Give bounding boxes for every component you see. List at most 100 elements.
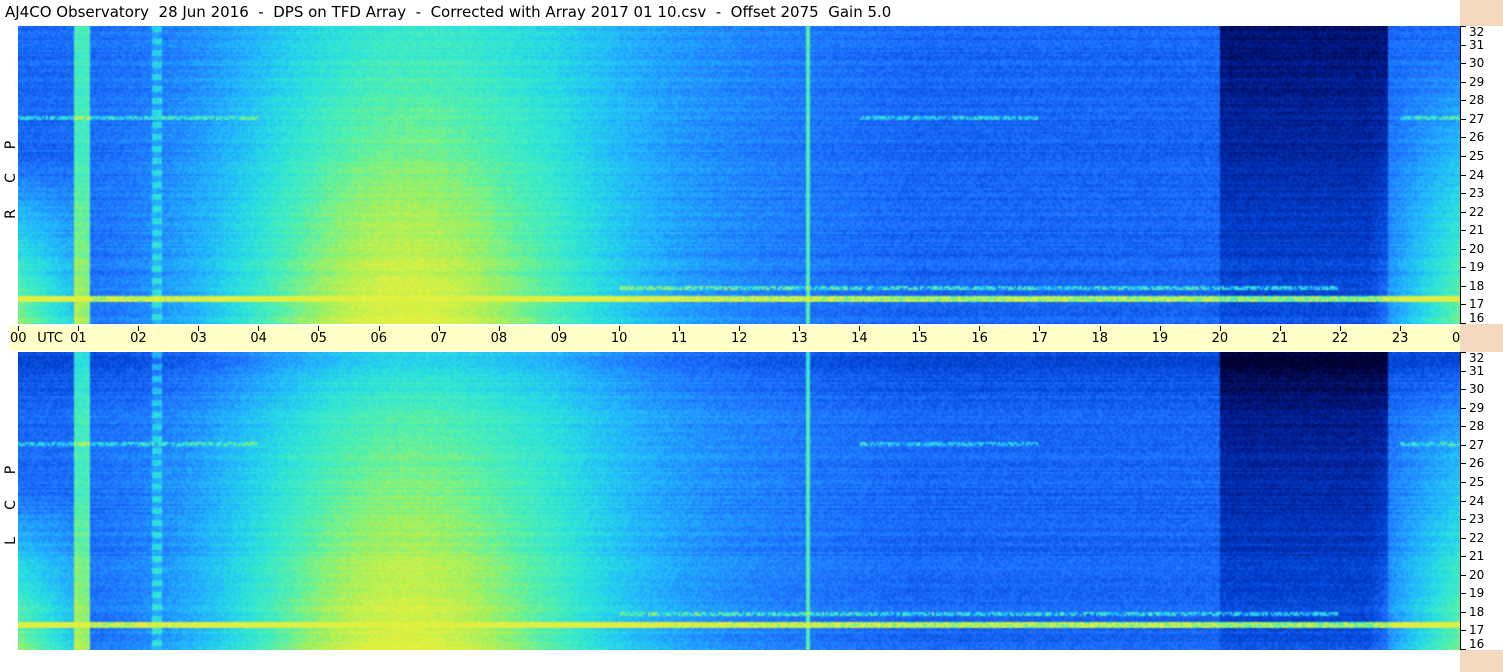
time-tick-label: 00 [10,331,27,346]
mhz-tick-label: 30 [1469,56,1485,71]
mhz-tick-label: 27 [1469,437,1485,452]
time-tick-label: 02 [130,331,147,346]
mhz-tick-label: 29 [1469,400,1485,415]
rcp-frequency-axis: 16 17 18 19 20 21 22 23 24 25 26 27 28 29 30 31 32 [1460,26,1503,324]
mhz-tick [1460,323,1466,324]
lcp-letter-2: P [3,465,19,475]
mhz-tick-label: 32 [1469,25,1485,39]
mhz-tick [1460,248,1466,250]
mhz-tick-label: 24 [1469,493,1485,508]
utc-unit-label: UTC [37,331,63,346]
time-tick-label: 06 [370,331,388,346]
mhz-tick [1460,44,1466,46]
time-tick-label: 05 [310,331,327,346]
time-tick-label: 22 [1331,331,1349,346]
mhz-tick-label: 22 [1469,530,1485,545]
time-tick-label: 07 [430,331,448,346]
chart-title: AJ4CO Observatory 28 Jun 2016 - DPS on T… [5,3,892,21]
time-tick-label: 01 [70,331,87,346]
mhz-tick [1460,211,1466,213]
mhz-tick-label: 29 [1469,74,1485,89]
mhz-tick-label: 21 [1469,223,1485,238]
mhz-tick-label: 25 [1469,148,1485,163]
mhz-tick-label: 20 [1469,567,1485,582]
mhz-tick-label: 31 [1469,363,1485,378]
mhz-tick [1460,463,1466,465]
mhz-tick-label: 16 [1469,637,1485,651]
mhz-tick-label: 26 [1469,456,1485,471]
mhz-tick [1460,649,1466,650]
mhz-tick [1460,118,1466,120]
mhz-tick-label: 31 [1469,37,1485,52]
time-tick-label: 20 [1211,331,1229,346]
mhz-tick [1460,285,1466,287]
time-tick-label: 16 [971,331,988,346]
time-tick-label: 12 [731,331,748,346]
rcp-letter-1: C [3,173,19,183]
mhz-tick [1460,352,1466,353]
mhz-tick [1460,304,1466,306]
mhz-tick [1460,230,1466,232]
mhz-tick [1460,630,1466,632]
mhz-tick-label: 24 [1469,167,1485,182]
mhz-tick-label: 18 [1469,278,1485,293]
time-tick-label: 19 [1151,331,1169,346]
time-tick-label: 14 [851,331,868,346]
mhz-tick-label: 20 [1469,241,1485,256]
lcp-spectrogram [18,352,1460,650]
mhz-tick [1460,407,1466,409]
mhz-tick [1460,481,1466,483]
mhz-tick-label: 18 [1469,604,1485,619]
mhz-tick-label: 28 [1469,419,1485,434]
mhz-tick-label: 23 [1469,186,1485,201]
mhz-tick [1460,174,1466,176]
mhz-tick [1460,81,1466,83]
mhz-tick-label: 19 [1469,586,1485,601]
mhz-tick-label: 17 [1469,623,1485,638]
mhz-tick-label: 17 [1469,297,1485,312]
rcp-spectrogram [18,26,1460,324]
mhz-tick [1460,193,1466,195]
lcp-frequency-axis: 16 17 18 19 20 21 22 23 24 25 26 27 28 29 30 31 32 [1460,352,1503,650]
time-tick-label: 11 [670,331,688,346]
mhz-tick [1460,389,1466,391]
mhz-tick [1460,444,1466,446]
mhz-tick [1460,426,1466,428]
time-tick-label: 23 [1391,331,1409,346]
mhz-tick [1460,26,1466,27]
mhz-tick [1460,574,1466,576]
mhz-tick-label: 32 [1469,351,1485,365]
time-tick-label: 13 [791,331,808,346]
rcp-letter-2: P [3,140,19,150]
rcp-letter-0: R [3,209,19,219]
time-tick-label: 17 [1031,331,1048,346]
lcp-letter-1: C [3,500,19,510]
mhz-tick [1460,593,1466,595]
mhz-tick [1460,500,1466,502]
mhz-tick [1460,137,1466,139]
mhz-tick-label: 19 [1469,260,1485,275]
mhz-tick [1460,267,1466,269]
mhz-tick [1460,519,1466,521]
time-tick-label: 15 [911,331,928,346]
mhz-tick-label: 28 [1469,93,1485,108]
mhz-tick-label: 25 [1469,474,1485,489]
time-tick-label: 03 [190,331,207,346]
mhz-tick [1460,537,1466,539]
mhz-tick [1460,100,1466,102]
lcp-letter-0: L [3,537,19,545]
time-tick-label: 09 [550,331,568,346]
mhz-tick-label: 21 [1469,549,1485,564]
mhz-tick [1460,611,1466,613]
mhz-tick-label: 22 [1469,204,1485,219]
time-tick-label: 08 [490,331,508,346]
utc-time-axis: 00 01 02 03 04 05 06 07 08 09 10 11 12 13 14 15 16 17 18 19… [10,326,1496,351]
mhz-tick [1460,370,1466,372]
time-tick-label: 21 [1271,331,1289,346]
mhz-tick [1460,155,1466,157]
mhz-tick-label: 26 [1469,130,1485,145]
time-tick-label: 18 [1091,331,1109,346]
mhz-tick-label: 30 [1469,382,1485,397]
rcp-spectrogram-canvas [18,26,1460,324]
mhz-tick-label: 16 [1469,311,1485,325]
